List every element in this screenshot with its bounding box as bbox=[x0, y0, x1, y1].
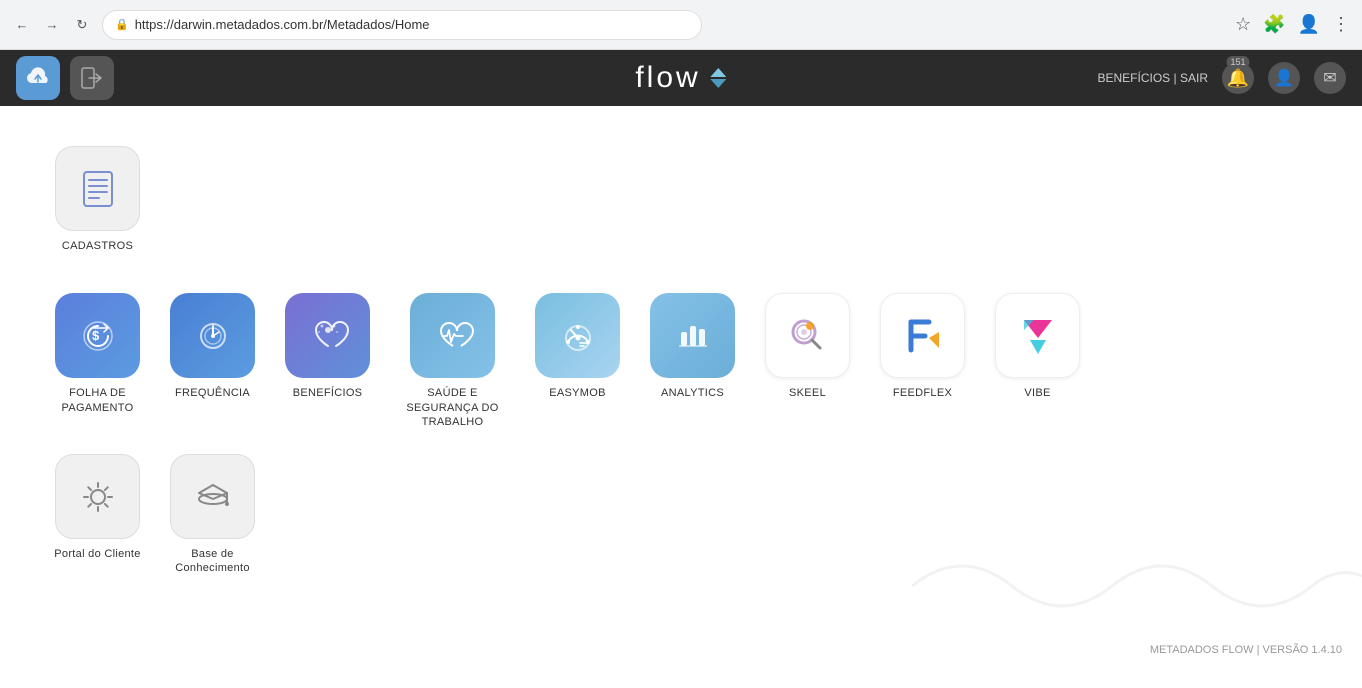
app-grid-row1: $ FOLHA DE PAGAMENTO FREQUÊNCIA bbox=[40, 283, 1322, 439]
saude-svg bbox=[429, 312, 477, 360]
cadastros-icon bbox=[55, 146, 140, 231]
main-content: CADASTROS $ FOLHA DE PAGAMENTO bbox=[0, 106, 1362, 666]
skeel-label: SKEEL bbox=[789, 386, 826, 400]
portal-svg bbox=[74, 473, 122, 521]
feedflex-svg bbox=[897, 310, 949, 362]
easymob-svg bbox=[554, 312, 602, 360]
beneficios-icon bbox=[285, 293, 370, 378]
easymob-icon bbox=[535, 293, 620, 378]
address-bar[interactable]: 🔒 https://darwin.metadados.com.br/Metada… bbox=[102, 10, 702, 40]
profile-icon[interactable]: 👤 bbox=[1298, 14, 1320, 35]
extensions-icon[interactable]: 🧩 bbox=[1263, 14, 1285, 35]
cadastros-svg bbox=[75, 166, 121, 212]
beneficios-label: BENEFÍCIOS bbox=[293, 386, 363, 400]
saude-icon bbox=[410, 293, 495, 378]
base-svg bbox=[189, 473, 237, 521]
header-right: BENEFÍCIOS | SAIR 🔔 151 👤 ✉ bbox=[1098, 62, 1347, 94]
logo-text: flow bbox=[635, 61, 700, 95]
app-header: flow BENEFÍCIOS | SAIR 🔔 151 👤 ✉ bbox=[0, 50, 1362, 106]
app-item-easymob[interactable]: EASYMOB bbox=[520, 283, 635, 439]
base-label: Base de Conhecimento bbox=[160, 547, 265, 576]
url-text: https://darwin.metadados.com.br/Metadado… bbox=[135, 17, 430, 32]
back-button[interactable]: ← bbox=[12, 15, 32, 35]
vibe-svg bbox=[1012, 310, 1064, 362]
app-item-cadastros[interactable]: CADASTROS bbox=[40, 136, 155, 263]
frequencia-svg bbox=[189, 312, 237, 360]
app-logo: flow bbox=[635, 61, 726, 95]
app-item-base[interactable]: Base de Conhecimento bbox=[155, 444, 270, 586]
app-item-saude[interactable]: SAÚDE E SEGURANÇA DO TRABALHO bbox=[385, 283, 520, 439]
app-item-portal[interactable]: Portal do Cliente bbox=[40, 444, 155, 586]
beneficios-svg bbox=[304, 312, 352, 360]
svg-text:$: $ bbox=[92, 328, 100, 343]
folha-icon: $ bbox=[55, 293, 140, 378]
folha-label: FOLHA DE PAGAMENTO bbox=[45, 386, 150, 415]
beneficios-link[interactable]: BENEFÍCIOS bbox=[1098, 71, 1171, 85]
portal-label: Portal do Cliente bbox=[54, 547, 140, 561]
notification-bell-wrap: 🔔 151 bbox=[1222, 62, 1254, 94]
easymob-label: EASYMOB bbox=[549, 386, 606, 400]
cloud-button[interactable] bbox=[16, 56, 60, 100]
folha-svg: $ bbox=[74, 312, 122, 360]
frequencia-label: FREQUÊNCIA bbox=[175, 386, 250, 400]
saude-label: SAÚDE E SEGURANÇA DO TRABALHO bbox=[390, 386, 515, 429]
reload-button[interactable]: ↻ bbox=[72, 15, 92, 35]
skeel-svg bbox=[782, 310, 834, 362]
sair-link[interactable]: SAIR bbox=[1180, 71, 1208, 85]
app-item-folha[interactable]: $ FOLHA DE PAGAMENTO bbox=[40, 283, 155, 439]
feedflex-icon bbox=[880, 293, 965, 378]
exit-icon bbox=[79, 65, 105, 91]
base-icon bbox=[170, 454, 255, 539]
vibe-icon bbox=[995, 293, 1080, 378]
notification-count: 151 bbox=[1226, 56, 1249, 68]
vibe-label: VIBE bbox=[1024, 386, 1050, 400]
app-item-feedflex[interactable]: FEEDFLEX bbox=[865, 283, 980, 439]
bookmark-icon[interactable]: ☆ bbox=[1235, 14, 1251, 35]
skeel-icon bbox=[765, 293, 850, 378]
app-item-skeel[interactable]: SKEEL bbox=[750, 283, 865, 439]
app-item-analytics[interactable]: ANALYTICS bbox=[635, 283, 750, 439]
exit-button[interactable] bbox=[70, 56, 114, 100]
header-nav-links: BENEFÍCIOS | SAIR bbox=[1098, 71, 1209, 85]
forward-button[interactable]: → bbox=[42, 15, 62, 35]
feedflex-label: FEEDFLEX bbox=[893, 386, 952, 400]
analytics-icon bbox=[650, 293, 735, 378]
app-item-frequencia[interactable]: FREQUÊNCIA bbox=[155, 283, 270, 439]
header-left bbox=[16, 56, 114, 100]
app-item-vibe[interactable]: VIBE bbox=[980, 283, 1095, 439]
analytics-svg bbox=[669, 312, 717, 360]
analytics-label: ANALYTICS bbox=[661, 386, 724, 400]
menu-icon[interactable]: ⋮ bbox=[1332, 14, 1350, 35]
browser-chrome: ← → ↻ 🔒 https://darwin.metadados.com.br/… bbox=[0, 0, 1362, 50]
user-button[interactable]: 👤 bbox=[1268, 62, 1300, 94]
decorative-wave bbox=[912, 536, 1362, 636]
portal-icon bbox=[55, 454, 140, 539]
app-grid-row0: CADASTROS bbox=[40, 136, 1322, 263]
cadastros-label: CADASTROS bbox=[62, 239, 133, 253]
cloud-icon bbox=[24, 64, 52, 92]
app-item-beneficios[interactable]: BENEFÍCIOS bbox=[270, 283, 385, 439]
frequencia-icon bbox=[170, 293, 255, 378]
footer-text: METADADOS FLOW | VERSÃO 1.4.10 bbox=[1150, 644, 1342, 656]
message-button[interactable]: ✉ bbox=[1314, 62, 1346, 94]
logo-icon bbox=[711, 68, 727, 88]
